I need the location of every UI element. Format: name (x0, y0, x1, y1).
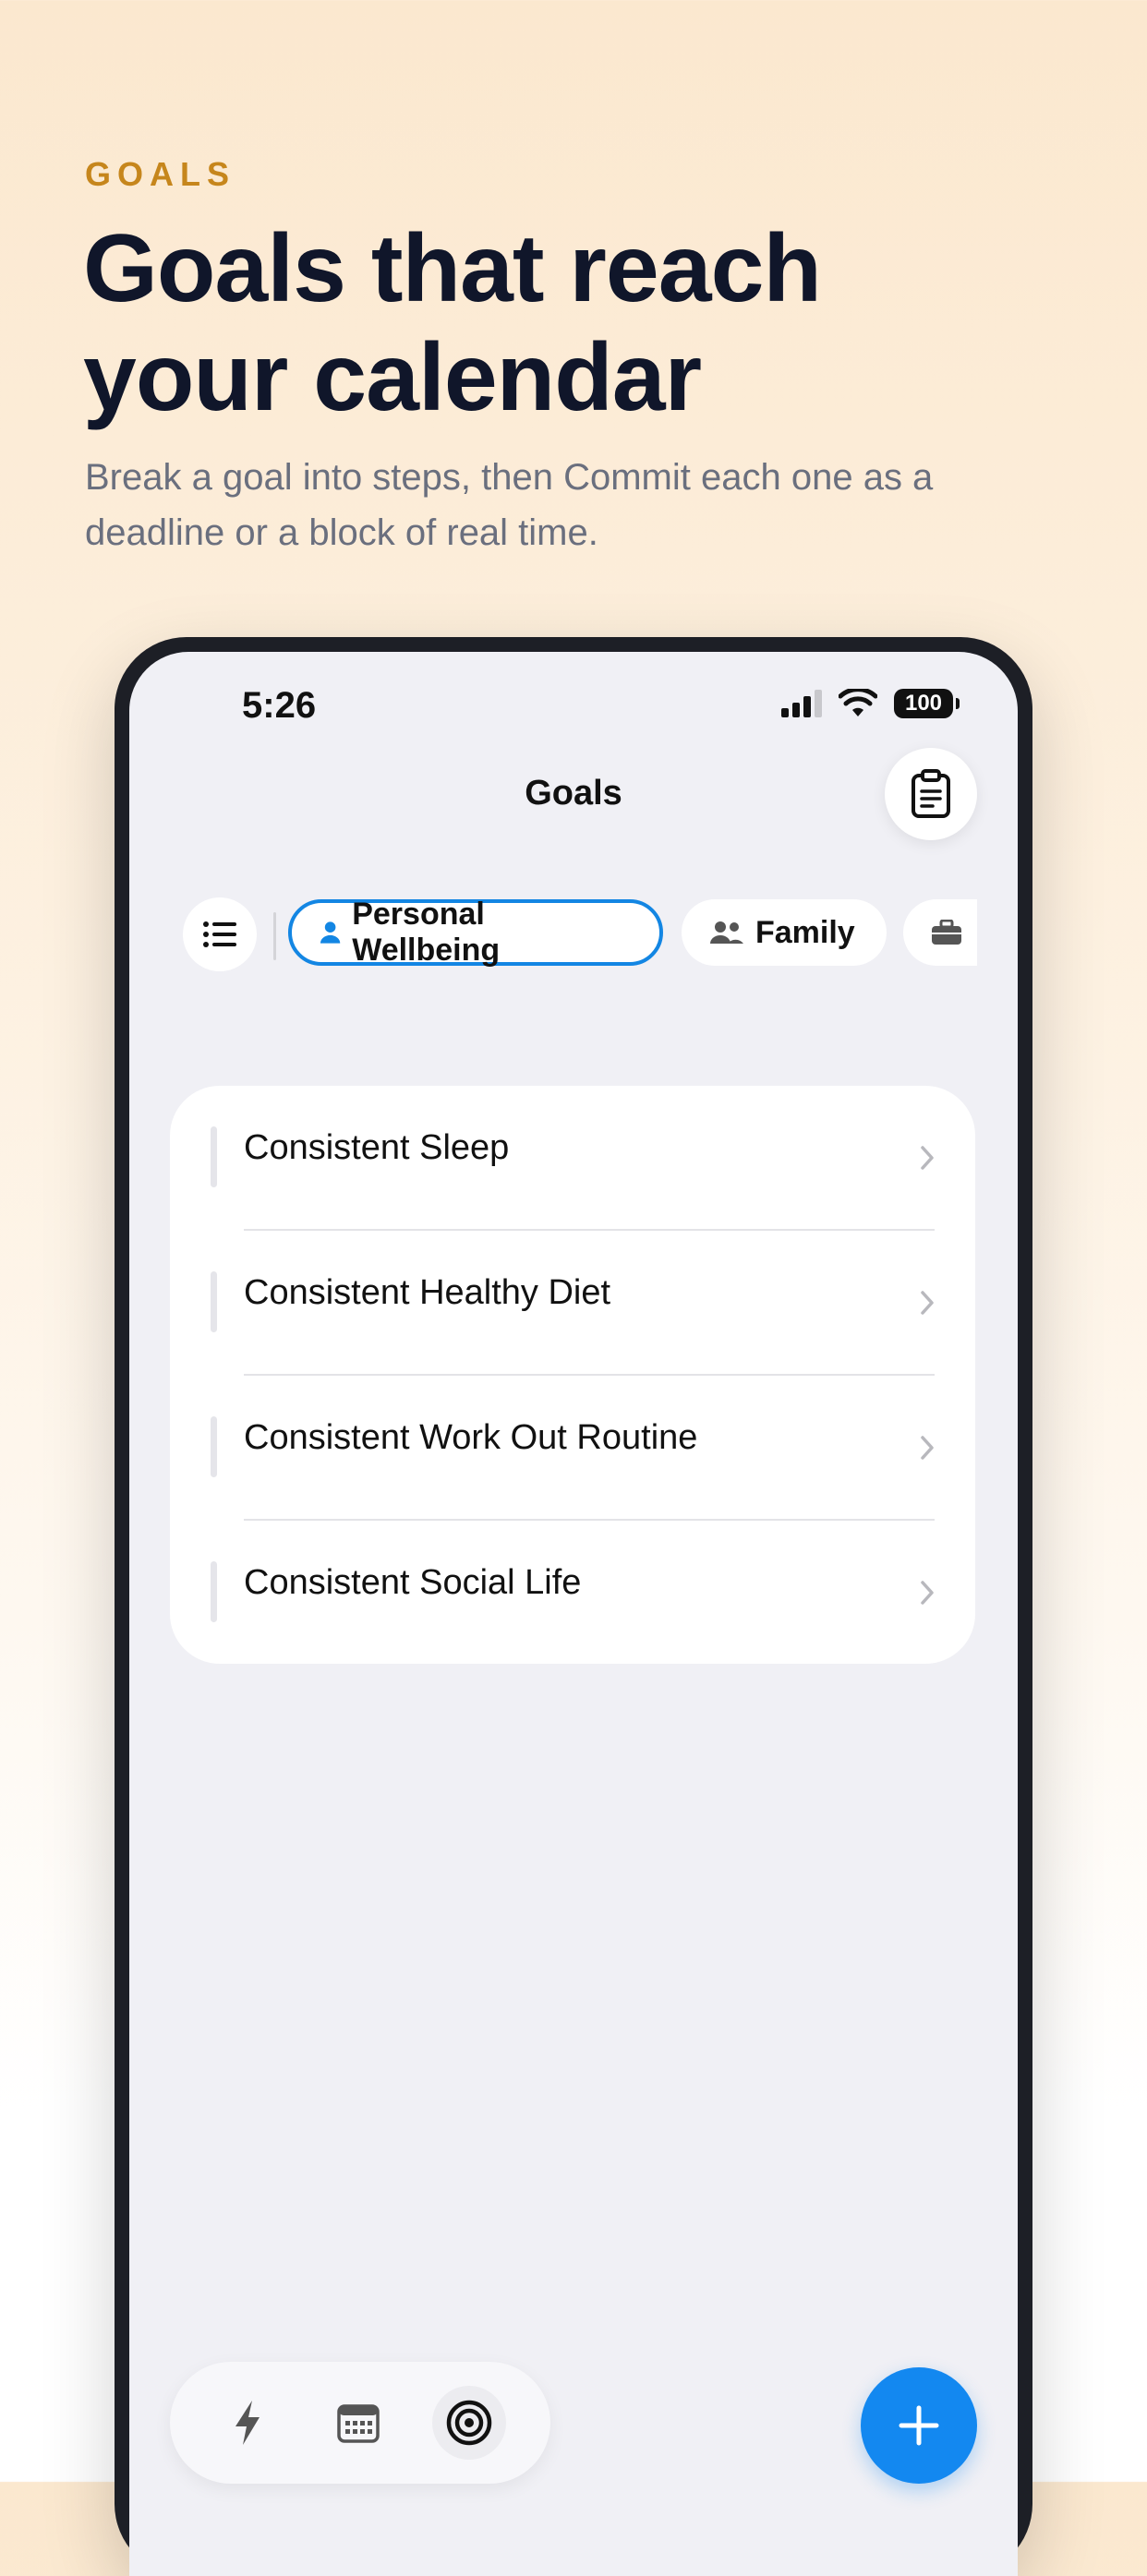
add-goal-button[interactable] (861, 2367, 977, 2484)
bolt-icon (235, 2401, 260, 2445)
phone-screen: 5:26 100 Goals Personal Wellbeing Family… (129, 652, 1018, 2576)
clipboard-button[interactable] (885, 748, 977, 840)
category-chips: Personal Wellbeing Family (183, 894, 977, 971)
goal-color-bar (211, 1416, 217, 1477)
chip-work[interactable] (903, 899, 977, 966)
battery-level: 100 (904, 691, 943, 716)
tab-bar (170, 2362, 550, 2484)
goal-row-3[interactable]: Consistent Work Out Routine (170, 1376, 975, 1521)
status-time: 5:26 (242, 685, 317, 726)
subtitle: Break a goal into steps, then Commit eac… (85, 457, 934, 553)
goal-color-bar (211, 1561, 217, 1622)
wifi-icon (839, 689, 877, 716)
chip-label: Family (755, 914, 855, 950)
goal-color-bar (211, 1126, 217, 1187)
list-icon (203, 921, 236, 947)
tab-goals[interactable] (432, 2386, 506, 2460)
briefcase-icon (932, 920, 961, 945)
goal-label: Consistent Healthy Diet (244, 1273, 611, 1312)
plus-icon (899, 2405, 939, 2446)
goal-row-2[interactable]: Consistent Healthy Diet (170, 1231, 975, 1376)
eyebrow-label: GOALS (85, 155, 236, 193)
chevron-right-icon (921, 1436, 934, 1460)
tab-calendar[interactable] (321, 2386, 395, 2460)
goal-label: Consistent Work Out Routine (244, 1418, 698, 1457)
signal-icon (781, 690, 822, 717)
clipboard-icon (912, 769, 950, 818)
chevron-right-icon (921, 1146, 934, 1170)
goal-label: Consistent Social Life (244, 1563, 582, 1602)
tab-quick[interactable] (211, 2386, 284, 2460)
headline: Goals that reach your calendar (83, 214, 1007, 432)
status-icons: 100 (781, 689, 960, 718)
chevron-right-icon (921, 1291, 934, 1315)
target-icon (446, 2400, 492, 2446)
person-icon (320, 921, 341, 944)
chip-divider (273, 912, 276, 960)
battery-icon: 100 (894, 689, 960, 718)
headline-line-1: Goals that reach (83, 215, 822, 322)
goal-row-1[interactable]: Consistent Sleep (170, 1086, 975, 1231)
headline-line-2: your calendar (83, 324, 702, 431)
calendar-icon (337, 2404, 380, 2443)
goal-color-bar (211, 1271, 217, 1332)
phone-frame: 5:26 100 Goals Personal Wellbeing Family… (115, 637, 1032, 2576)
chip-label: Personal Wellbeing (352, 897, 501, 968)
goal-label: Consistent Sleep (244, 1128, 510, 1167)
chip-family[interactable]: Family (682, 899, 887, 966)
goal-row-4[interactable]: Consistent Social Life (170, 1521, 975, 1666)
goals-list: Consistent Sleep Consistent Healthy Diet… (170, 1086, 975, 1664)
list-view-button[interactable] (183, 897, 257, 971)
people-icon (710, 921, 743, 944)
chip-personal-wellbeing[interactable]: Personal Wellbeing (288, 897, 663, 968)
chevron-right-icon (921, 1581, 934, 1605)
